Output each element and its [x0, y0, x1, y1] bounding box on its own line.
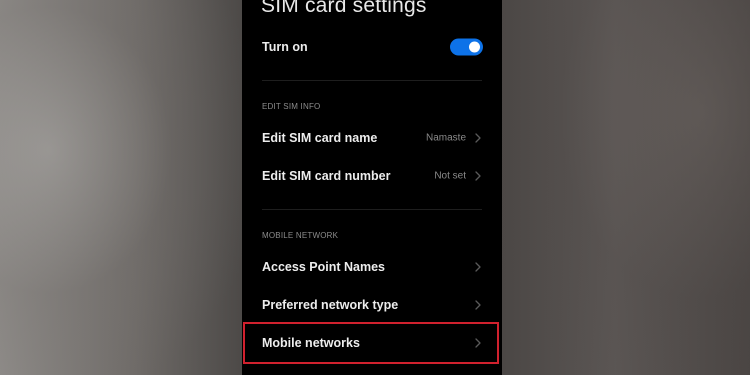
edit-sim-card-number-label: Edit SIM card number [262, 169, 391, 183]
background-blur-left [0, 0, 242, 375]
chevron-right-icon [475, 262, 481, 272]
turn-on-toggle[interactable] [450, 38, 483, 56]
chevron-right-icon [475, 133, 481, 143]
edit-sim-card-number-value: Not set [434, 170, 466, 182]
mobile-networks-label: Mobile networks [262, 336, 360, 350]
section-header-mobile-network: MOBILE NETWORK [262, 231, 339, 240]
turn-on-row[interactable]: Turn on [242, 28, 502, 66]
edit-sim-card-number-row[interactable]: Edit SIM card number Not set [242, 157, 502, 195]
chevron-right-icon [475, 338, 481, 348]
divider [262, 80, 482, 81]
divider [262, 209, 482, 210]
sim-card-settings-screen: SIM card settings Turn on EDIT SIM INFO … [242, 0, 502, 375]
chevron-right-icon [475, 171, 481, 181]
mobile-networks-row[interactable]: Mobile networks [242, 324, 502, 362]
access-point-names-row[interactable]: Access Point Names [242, 248, 502, 286]
page-title: SIM card settings [261, 0, 427, 17]
turn-on-label: Turn on [262, 40, 308, 54]
preferred-network-type-label: Preferred network type [262, 298, 399, 312]
chevron-right-icon [475, 300, 481, 310]
section-header-edit-sim-info: EDIT SIM INFO [262, 102, 321, 111]
preferred-network-type-row[interactable]: Preferred network type [242, 286, 502, 324]
edit-sim-card-name-row[interactable]: Edit SIM card name Namaste [242, 119, 502, 157]
edit-sim-card-name-label: Edit SIM card name [262, 131, 378, 145]
edit-sim-card-name-value: Namaste [425, 132, 466, 144]
background-blur-right [502, 0, 750, 375]
toggle-knob [469, 41, 480, 53]
access-point-names-label: Access Point Names [262, 260, 385, 274]
